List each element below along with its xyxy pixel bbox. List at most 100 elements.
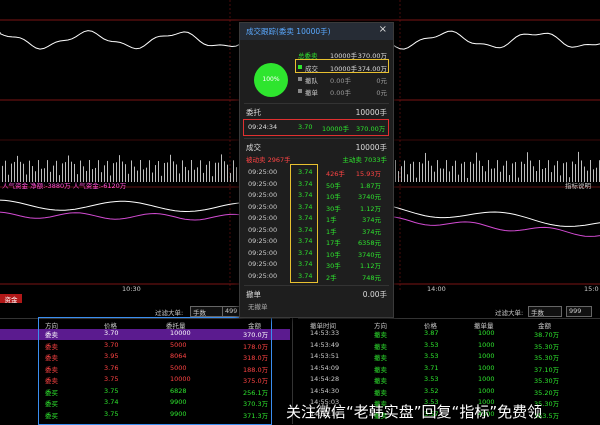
right-filter-label: 过滤大单: — [495, 309, 524, 317]
volume-bar — [542, 169, 543, 182]
volume-bar — [209, 161, 210, 182]
cell-price: 3.53 — [424, 352, 439, 360]
cell-time: 14:53:51 — [310, 352, 340, 360]
volume-bar — [158, 161, 159, 182]
volume-bar — [191, 160, 192, 182]
table-row[interactable]: 14:53:49 撤卖 3.53 1000 35.30万 — [298, 341, 600, 352]
volume-bar — [536, 170, 537, 182]
trade-vol: 2手 — [326, 273, 337, 282]
cell-amt: 37.10万 — [534, 365, 560, 374]
volume-bar — [398, 171, 399, 182]
volume-bar — [5, 160, 6, 182]
cell-amt: 35.30万 — [534, 342, 560, 351]
left-filter-value: 手数 — [193, 309, 206, 317]
volume-bar — [206, 164, 207, 182]
legend-swatch-icon — [298, 89, 302, 93]
right-filter-number-value: 999 — [569, 307, 582, 315]
right-filter-bar: 过滤大单: — [495, 307, 523, 317]
volume-bar — [107, 160, 108, 182]
trade-amt: 3740元 — [357, 250, 381, 259]
right-filter-number[interactable]: 999 — [566, 306, 592, 317]
volume-bar — [500, 171, 501, 182]
volume-bar — [449, 171, 450, 182]
summary-label: 撤队 — [305, 77, 318, 85]
cell-time: 14:54:09 — [310, 363, 340, 372]
volume-bar — [440, 168, 441, 182]
volume-bar — [527, 152, 528, 182]
trade-vol: 1手 — [326, 227, 337, 236]
volume-bar — [56, 160, 57, 182]
volume-bar — [167, 162, 168, 182]
volume-bar — [218, 162, 219, 182]
trade-amt: 1.12万 — [360, 204, 381, 213]
volume-bar — [578, 151, 579, 182]
cell-time: 14:54:28 — [310, 375, 340, 383]
trade-vol: 10手 — [326, 250, 341, 259]
trade-vol: 10手 — [326, 193, 341, 201]
fund-indicator-label: 人气资金 净额:-3880万 人气资金:-6120万 — [2, 180, 126, 190]
trade-time: 09:25:00 — [248, 260, 278, 268]
popup-titlebar[interactable]: 成交跟踪(委卖 10000手) × — [240, 23, 393, 40]
cell-vol: 1000 — [478, 375, 495, 383]
table-row[interactable]: 14:54:09 撤卖 3.71 1000 37.10万 — [298, 364, 600, 375]
volume-bar — [197, 167, 198, 182]
volume-bar — [530, 160, 531, 182]
cancel-section-value: 0.00手 — [362, 290, 387, 299]
divider-3 — [244, 285, 389, 286]
table-row[interactable]: 14:54:28 撤卖 3.53 1000 35.30万 — [298, 375, 600, 386]
table-row[interactable]: 14:53:33 撤卖 3.87 1000 38.70万 — [298, 329, 600, 340]
order-section-total: 10000手 — [355, 108, 387, 117]
no-cancel-text: 无撤单 — [248, 303, 268, 311]
volume-bar — [467, 177, 468, 182]
right-table-header: 撤单时间 方向 价格 撤单量 金额 — [298, 318, 600, 330]
volume-bar — [416, 177, 417, 182]
table-row[interactable]: 14:53:51 撤卖 3.53 1000 35.30万 — [298, 352, 600, 363]
volume-bar — [518, 177, 519, 182]
volume-bar — [434, 171, 435, 182]
volume-bar — [503, 165, 504, 182]
trade-time: 09:25:00 — [248, 225, 278, 234]
left-filter-bar: 过滤大单: — [155, 307, 183, 317]
volume-bar — [521, 161, 522, 182]
cell-time: 14:53:49 — [310, 340, 340, 349]
volume-bar — [404, 160, 405, 182]
cell-dir: 撤卖 — [374, 388, 387, 397]
cell-time: 14:53:33 — [310, 329, 340, 337]
trade-vol: 17手 — [326, 239, 341, 247]
fund-tab[interactable]: 资金 — [0, 294, 22, 304]
volume-bar — [212, 176, 213, 182]
table-row[interactable]: 14:54:30 撤卖 3.52 1000 35.20万 — [298, 387, 600, 398]
volume-bar — [200, 160, 201, 182]
volume-bar — [476, 152, 477, 182]
indicator-help-link[interactable]: 指标说明 — [565, 180, 591, 190]
left-filter-select[interactable]: 手数 — [190, 306, 224, 317]
volume-bar — [407, 174, 408, 182]
trade-tracking-popup: 成交跟踪(委卖 10000手) × 100% 总委卖 10000手 370.00万成… — [239, 22, 394, 318]
volume-bar — [128, 173, 129, 182]
volume-bar — [38, 160, 39, 182]
time-axis-label-2: 14:00 — [427, 285, 446, 293]
volume-bar — [215, 162, 216, 182]
right-filter-select[interactable]: 手数 — [528, 306, 562, 317]
volume-bar — [227, 164, 228, 182]
volume-bar — [203, 172, 204, 182]
volume-bar — [185, 166, 186, 182]
summary-value: 0.00手 — [330, 89, 351, 97]
cell-price: 3.87 — [424, 329, 439, 337]
volume-bar — [464, 161, 465, 182]
volume-bar — [557, 160, 558, 182]
volume-bar — [560, 175, 561, 182]
volume-bar — [413, 161, 414, 182]
close-icon[interactable]: × — [379, 24, 387, 35]
cell-price: 3.53 — [424, 340, 439, 349]
trade-amt: 1.87万 — [360, 181, 381, 190]
volume-bar — [428, 160, 429, 182]
cell-price: 3.53 — [424, 375, 439, 383]
summary-value: 0.00手 — [330, 77, 351, 85]
volume-bar — [161, 175, 162, 182]
volume-bar — [539, 160, 540, 182]
trade-time: 09:25:00 — [248, 237, 278, 245]
volume-bar — [143, 169, 144, 182]
cell-vol: 1000 — [478, 352, 495, 360]
volume-bar — [131, 160, 132, 182]
